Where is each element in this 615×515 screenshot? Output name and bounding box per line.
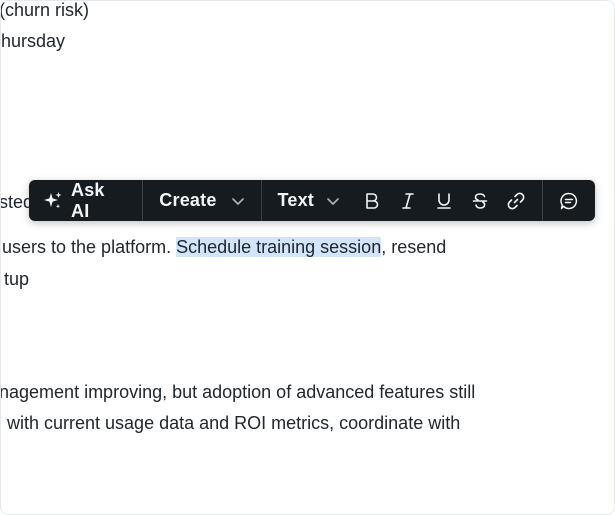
create-label: Create [159, 190, 217, 210]
italic-icon [400, 192, 416, 210]
text-line-1[interactable]: (churn risk) [1, 1, 89, 22]
bold-icon [364, 192, 380, 210]
link-icon [506, 191, 526, 211]
text-style-dropdown[interactable]: Text [262, 180, 354, 221]
create-dropdown[interactable]: Create [143, 180, 260, 221]
strikethrough-icon [472, 192, 488, 210]
comment-button[interactable] [543, 180, 595, 221]
selected-text[interactable]: Schedule training session [176, 237, 382, 257]
link-button[interactable] [498, 180, 534, 221]
chevron-down-icon [231, 196, 245, 206]
sparkle-icon [43, 191, 63, 211]
floating-format-toolbar: Ask AI Create Text [29, 180, 595, 221]
italic-button[interactable] [390, 180, 426, 221]
ask-ai-button[interactable]: Ask AI [29, 180, 142, 221]
strikethrough-button[interactable] [462, 180, 498, 221]
text-line-6[interactable]: nagement improving, but adoption of adva… [1, 380, 475, 404]
bold-button[interactable] [354, 180, 390, 221]
document-editor[interactable]: (churn risk) hursday sted users to the p… [0, 0, 615, 515]
ask-ai-label: Ask AI [71, 179, 105, 221]
text-line-7[interactable]: with current usage data and ROI metrics,… [7, 411, 460, 435]
chevron-down-icon [326, 196, 340, 206]
text-style-label: Text [277, 190, 314, 210]
comment-icon [559, 191, 579, 211]
text-line-5[interactable]: tup [4, 267, 29, 291]
text-line-4[interactable]: users to the platform. Schedule training… [2, 235, 446, 259]
text-line-2[interactable]: hursday [1, 29, 65, 53]
underline-button[interactable] [426, 180, 462, 221]
underline-icon [436, 192, 452, 210]
